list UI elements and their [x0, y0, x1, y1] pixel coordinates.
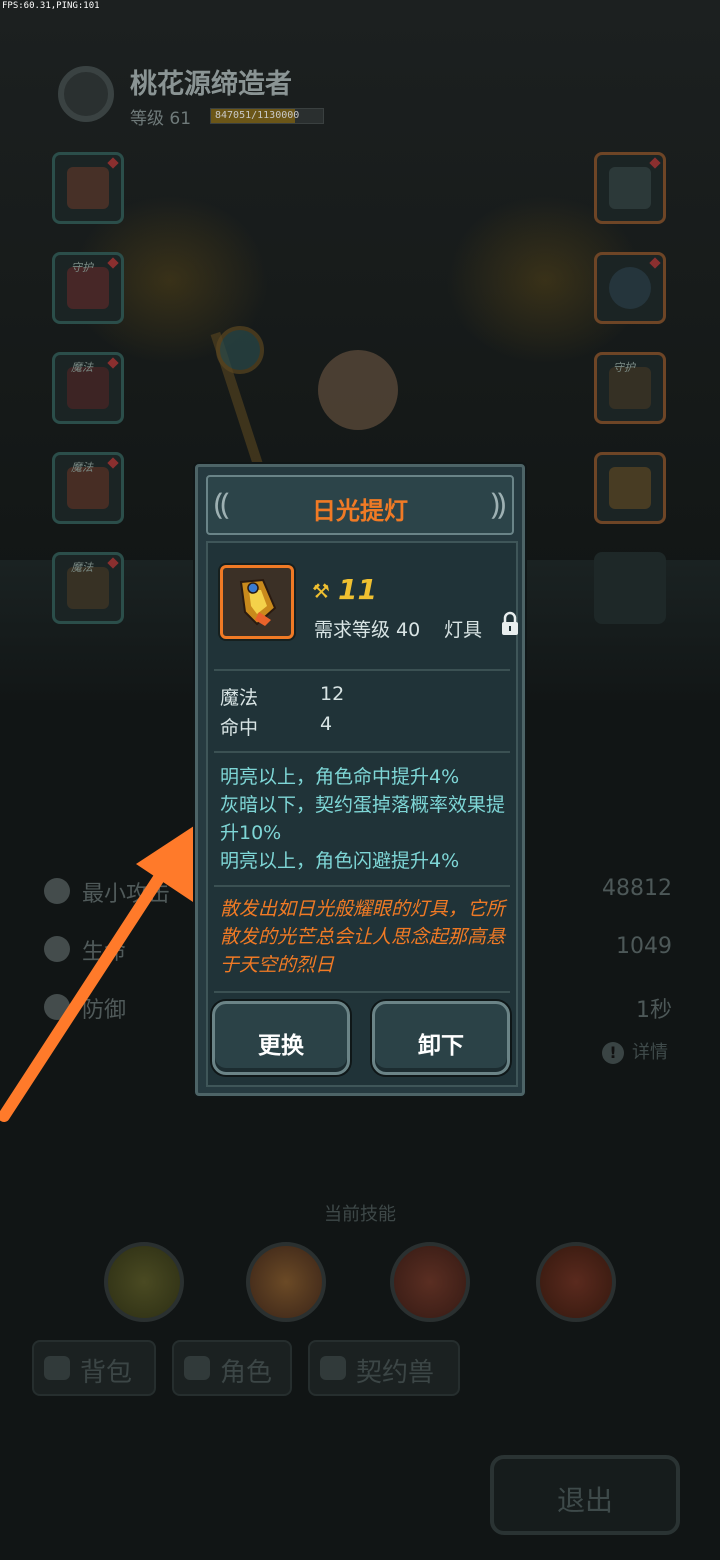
hero-character	[300, 330, 420, 470]
skill-explosion-icon[interactable]	[246, 1242, 326, 1322]
stat-value: 1秒	[636, 998, 672, 1023]
lock-icon[interactable]	[500, 611, 520, 637]
stat-value: 1049	[616, 934, 672, 959]
dialog-header: ⸨ ⸩ 日光提灯	[206, 475, 514, 535]
slot-tag: 守护	[71, 261, 93, 274]
hero-face	[318, 350, 398, 430]
gem-icon	[107, 257, 119, 269]
player-avatar[interactable]	[58, 66, 114, 122]
item-detail-dialog: ⸨ ⸩ 日光提灯 ⚒ 11 需求等级 40 灯具 魔法 12 命中 4 明亮以上…	[195, 464, 525, 1096]
tab-label: 背包	[80, 1358, 133, 1388]
details-link[interactable]: ! 详情	[602, 1038, 668, 1064]
replace-label: 更换	[258, 1033, 304, 1059]
fps-readout: FPS:60.31,PING:101	[2, 1, 100, 11]
skill-flame-shield-icon[interactable]	[536, 1242, 616, 1322]
divider	[214, 885, 510, 887]
equip-slot-ring[interactable]	[594, 252, 666, 324]
equip-slot-belt[interactable]: 魔法	[52, 552, 124, 624]
item-power: 11	[338, 573, 377, 606]
item-title: 日光提灯	[312, 497, 408, 525]
gem-icon	[107, 457, 119, 469]
skills-title: 当前技能	[324, 1204, 396, 1225]
details-label: 详情	[632, 1042, 668, 1063]
equip-slot-lamp[interactable]	[594, 452, 666, 524]
exit-label: 退出	[556, 1484, 613, 1517]
tab-label: 角色	[220, 1358, 273, 1388]
gem-icon	[107, 557, 119, 569]
divider	[214, 669, 510, 671]
exit-button[interactable]: 退出	[490, 1455, 680, 1535]
unequip-button[interactable]: 卸下	[372, 1001, 510, 1075]
power-icon: ⚒	[312, 579, 330, 603]
xp-text: 847051/1130000	[215, 110, 300, 121]
attribute-value: 4	[320, 713, 333, 735]
item-lore: 散发出如日光般耀眼的灯具，它所散发的光芒总会让人思念起那高悬于天空的烈日	[220, 898, 506, 976]
staff-icon	[609, 167, 651, 209]
lamp-icon	[609, 467, 651, 509]
player-level: 等级 61	[130, 109, 192, 129]
item-type: 灯具	[444, 619, 483, 641]
equip-slot-boots[interactable]: 魔法	[52, 352, 124, 424]
gem-icon	[649, 257, 661, 269]
equip-slot-gloves[interactable]: 魔法	[52, 452, 124, 524]
attribute-name: 魔法	[220, 687, 259, 709]
required-level: 需求等级 40	[314, 619, 421, 641]
slot-tag: 守护	[613, 361, 635, 374]
slot-tag: 魔法	[71, 561, 93, 574]
gem-icon	[107, 157, 119, 169]
equip-slot-staff[interactable]	[594, 152, 666, 224]
hero-staff-orb	[216, 326, 264, 374]
bag-icon	[44, 1356, 70, 1380]
tab-label: 契约兽	[356, 1358, 435, 1388]
tab-bag[interactable]: 背包	[32, 1340, 156, 1396]
item-effect: 灰暗以下，契约蛋掉落概率效果提升10%	[220, 794, 506, 844]
equip-slot-empty[interactable]	[594, 552, 666, 624]
player-name: 桃花源缔造者	[130, 69, 292, 100]
lamp-icon	[239, 578, 277, 626]
item-effect: 明亮以上，角色闪避提升4%	[220, 850, 460, 872]
equip-slot-armor[interactable]: 守护	[52, 252, 124, 324]
gem-icon	[649, 157, 661, 169]
item-lamp-icon	[220, 565, 294, 639]
xp-bar: 847051/1130000	[210, 108, 324, 124]
exclamation-icon: !	[602, 1042, 624, 1064]
equip-slot-weapon[interactable]	[52, 152, 124, 224]
arrow-shaft	[0, 858, 174, 1122]
equip-slot-necklace[interactable]: 守护	[594, 352, 666, 424]
stat-value: 48812	[602, 876, 672, 901]
tab-character[interactable]: 角色	[172, 1340, 292, 1396]
slot-tag: 魔法	[71, 461, 93, 474]
gem-icon	[107, 357, 119, 369]
replace-button[interactable]: 更换	[212, 1001, 350, 1075]
character-icon	[184, 1356, 210, 1380]
sword-icon	[67, 167, 109, 209]
ring-icon	[609, 267, 651, 309]
slot-tag: 魔法	[71, 361, 93, 374]
divider	[214, 991, 510, 993]
skill-crossed-axes-icon[interactable]	[390, 1242, 470, 1322]
unequip-label: 卸下	[418, 1033, 464, 1059]
divider	[214, 751, 510, 753]
skill-bubbles-icon[interactable]	[104, 1242, 184, 1322]
tab-pet[interactable]: 契约兽	[308, 1340, 460, 1396]
attribute-value: 12	[320, 683, 345, 705]
item-effect: 明亮以上，角色命中提升4%	[220, 766, 460, 788]
attribute-name: 命中	[220, 717, 259, 739]
paw-icon	[320, 1356, 346, 1380]
